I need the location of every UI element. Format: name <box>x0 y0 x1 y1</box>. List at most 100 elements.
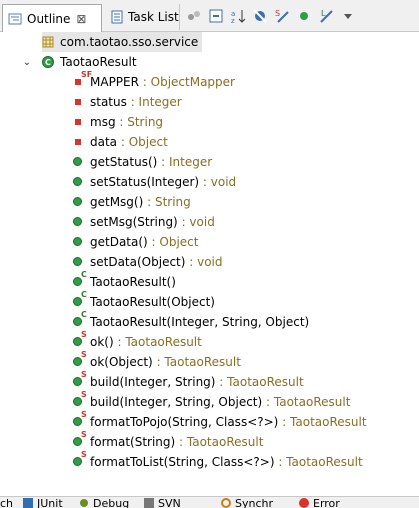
member-name: setStatus(Integer) <box>90 175 200 189</box>
synchronize-icon <box>220 497 232 508</box>
class-icon: C <box>42 56 54 68</box>
tab-task-list[interactable]: Task List <box>106 4 180 30</box>
member-name: data <box>90 135 118 149</box>
class-name: TaotaoResult <box>60 55 137 69</box>
svg-text:S: S <box>275 9 280 18</box>
static-method-icon: S <box>72 370 87 388</box>
member-item[interactable]: getStatus() : Integer <box>72 152 212 172</box>
package-declaration[interactable]: com.taotao.sso.service <box>42 32 202 52</box>
static-method-icon: S <box>72 430 87 448</box>
member-name: status <box>90 95 127 109</box>
member-name: getMsg() <box>90 195 144 209</box>
member-item[interactable]: SF MAPPER : ObjectMapper <box>72 70 235 92</box>
constructor-icon: C <box>72 310 87 328</box>
member-item[interactable]: C TaotaoResult() <box>72 270 176 292</box>
svn-icon <box>143 497 155 508</box>
member-name: ok(Object) <box>90 355 153 369</box>
public-method-icon <box>72 256 84 268</box>
sort-icon[interactable]: az <box>230 8 246 24</box>
focus-icon[interactable] <box>186 8 202 24</box>
member-type: : TaotaoResult <box>215 375 304 389</box>
static-method-icon: S <box>72 410 87 428</box>
hide-local-types-icon[interactable]: L <box>318 8 334 24</box>
member-item[interactable]: C TaotaoResult(Object) <box>72 290 215 312</box>
public-method-icon <box>72 156 84 168</box>
member-type: : void <box>177 215 215 229</box>
bottom-tab-svn[interactable]: SVN <box>143 497 181 508</box>
svg-text:z: z <box>231 17 235 24</box>
member-name: setData(Object) <box>90 255 186 269</box>
bottom-tab-label: Synchr <box>235 497 274 508</box>
debug-icon <box>78 497 90 508</box>
member-item[interactable]: Sbuild(Integer, String, Object) : Taotao… <box>72 390 351 412</box>
close-icon[interactable]: ⊠ <box>76 12 86 26</box>
member-type: : void <box>199 175 237 189</box>
hide-fields-icon[interactable] <box>252 8 268 24</box>
member-type: : TaotaoResult <box>262 395 351 409</box>
junit-icon <box>22 497 34 508</box>
tab-outline-label: Outline <box>27 11 71 26</box>
member-item[interactable]: C TaotaoResult(Integer, String, Object) <box>72 310 310 332</box>
hide-nonpublic-icon[interactable] <box>296 8 312 24</box>
view-menu-icon[interactable] <box>340 8 356 24</box>
class-node[interactable]: ⌄ C TaotaoResult <box>22 52 137 72</box>
view-tab-bar: Outline ⊠ Task List az S L <box>0 0 419 32</box>
constructor-icon: C <box>72 290 87 308</box>
member-name: TaotaoResult() <box>90 275 176 289</box>
member-type: : ObjectMapper <box>138 75 235 89</box>
member-type: : void <box>185 255 223 269</box>
member-item[interactable]: Sok() : TaotaoResult <box>72 330 202 352</box>
bottom-tab-strip: ch JUnit Debug SVN Synchr Error <box>0 496 419 508</box>
member-type: : Object <box>147 235 199 249</box>
bottom-tab-debug[interactable]: Debug <box>78 497 129 508</box>
package-icon <box>42 36 54 48</box>
bottom-tab-label: Debug <box>93 497 130 508</box>
member-name: TaotaoResult(Integer, String, Object) <box>90 315 310 329</box>
member-item[interactable]: SformatToPojo(String, Class<?>) : Taotao… <box>72 410 367 432</box>
bottom-tab-error-log[interactable]: Error <box>298 497 340 508</box>
bottom-tab-search[interactable]: ch <box>0 497 13 508</box>
member-item[interactable]: status : Integer <box>72 92 182 112</box>
svg-text:C: C <box>45 58 51 67</box>
bottom-tab-synchronize[interactable]: Synchr <box>220 497 273 508</box>
expand-caret-icon[interactable]: ⌄ <box>22 57 32 68</box>
bottom-tab-junit[interactable]: JUnit <box>22 497 63 508</box>
member-item[interactable]: Sbuild(Integer, String) : TaotaoResult <box>72 370 304 392</box>
static-method-icon: S <box>72 450 87 468</box>
member-type: : TaotaoResult <box>175 435 264 449</box>
public-method-icon <box>72 196 84 208</box>
member-name: getStatus() <box>90 155 158 169</box>
member-type: : TaotaoResult <box>278 415 367 429</box>
collapse-all-icon[interactable] <box>208 8 224 24</box>
hide-static-icon[interactable]: S <box>274 8 290 24</box>
member-item[interactable]: setMsg(String) : void <box>72 212 215 232</box>
member-item[interactable]: setStatus(Integer) : void <box>72 172 236 192</box>
static-final-field-icon: SF <box>72 70 92 88</box>
member-name: getData() <box>90 235 148 249</box>
bottom-tab-label: ch <box>0 497 14 508</box>
member-type: : TaotaoResult <box>274 455 363 469</box>
member-item[interactable]: SformatToList(String, Class<?>) : Taotao… <box>72 450 363 472</box>
member-name: build(Integer, String, Object) <box>90 395 263 409</box>
public-method-icon <box>72 216 84 228</box>
private-field-icon <box>72 116 84 128</box>
member-item[interactable]: Sformat(String) : TaotaoResult <box>72 430 264 452</box>
member-item[interactable]: getMsg() : String <box>72 192 191 212</box>
member-item[interactable]: data : Object <box>72 132 168 152</box>
task-list-icon <box>109 9 125 25</box>
member-item[interactable]: Sok(Object) : TaotaoResult <box>72 350 241 372</box>
member-item[interactable]: setData(Object) : void <box>72 252 223 272</box>
member-name: formatToList(String, Class<?>) <box>90 455 275 469</box>
member-name: format(String) <box>90 435 176 449</box>
private-field-icon <box>72 96 84 108</box>
member-name: TaotaoResult(Object) <box>90 295 215 309</box>
member-type: : String <box>143 195 191 209</box>
tab-outline[interactable]: Outline ⊠ <box>2 4 102 32</box>
public-method-icon <box>72 176 84 188</box>
member-item[interactable]: msg : String <box>72 112 163 132</box>
member-item[interactable]: getData() : Object <box>72 232 199 252</box>
public-method-icon <box>72 236 84 248</box>
static-method-icon: S <box>72 330 87 348</box>
member-name: msg <box>90 115 116 129</box>
static-method-icon: S <box>72 350 87 368</box>
